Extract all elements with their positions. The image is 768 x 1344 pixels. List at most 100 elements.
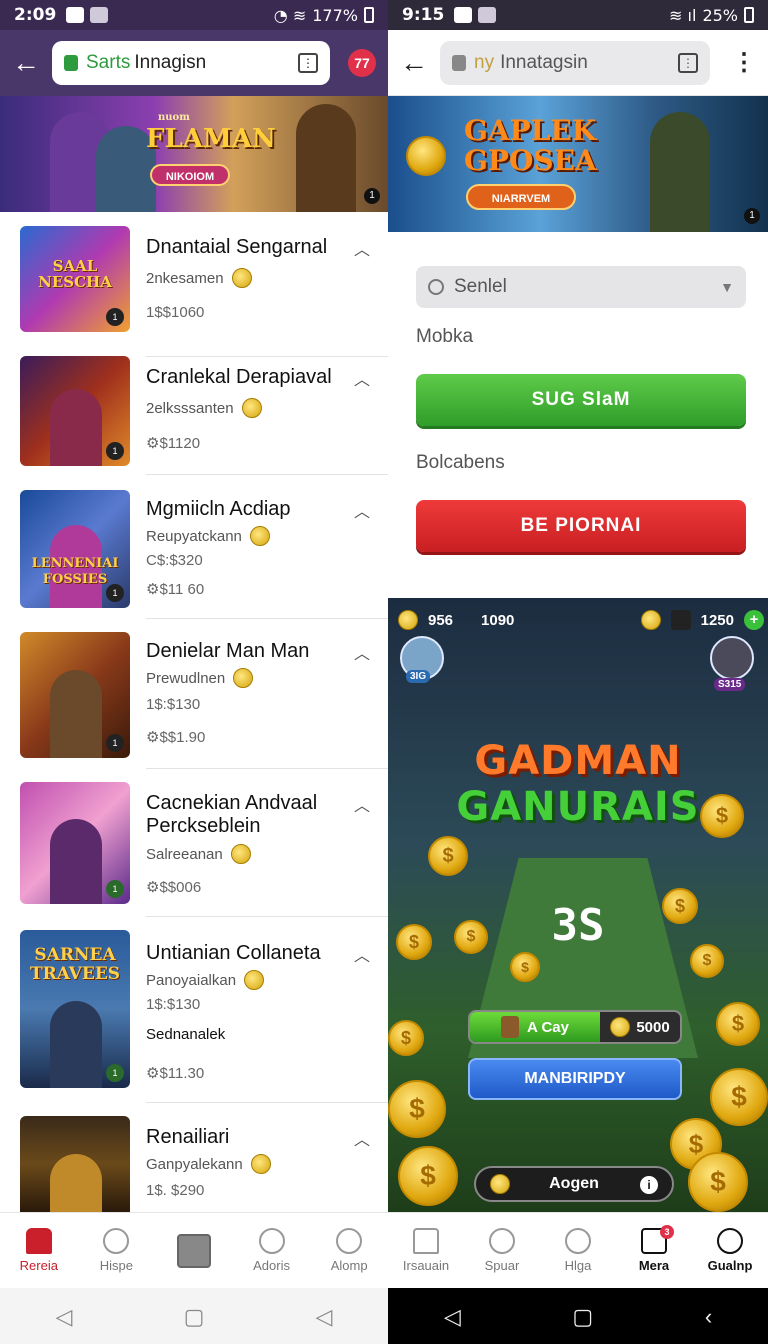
chevron-up-icon[interactable]: ︿ (354, 236, 370, 260)
game-screen[interactable]: 956 1090 1250 + 3IG S315 GADMAN GANURAIS… (388, 598, 768, 1212)
game-title-1: GADMAN (474, 738, 682, 784)
right-screen: 9:15 ≋ ıl 25% ← ny Innatagsin ⋮ ⋮ GAPLEK… (388, 0, 768, 1344)
tabs-icon[interactable]: ⋮ (678, 52, 698, 73)
thumbnail-badge: 1 (106, 1064, 124, 1082)
reward-pill-value-area: 5000 (600, 1012, 680, 1042)
hero-figure (650, 112, 710, 232)
nav-label: Adoris (253, 1258, 290, 1273)
coin-decoration: $ (710, 1068, 768, 1126)
chevron-up-icon[interactable]: ︿ (354, 640, 370, 664)
nav-tab-messages[interactable]: 3 Mera (616, 1213, 692, 1288)
wifi-icon: ◔ ≋ (273, 5, 307, 25)
left-screen: 2:09 ◔ ≋ 177% ← Sarts Innagisn ⋮ 77 nuom… (0, 0, 388, 1344)
blue-game-button[interactable]: MANBIRIPDY (468, 1058, 682, 1100)
nav-tab-home[interactable]: Irsauain (388, 1213, 464, 1288)
promo-banner[interactable]: GAPLEK GPOSEA NIARRVEM 1 (388, 96, 768, 232)
browser-toolbar: ← ny Innatagsin ⋮ ⋮ (388, 30, 768, 96)
compose-icon (176, 1233, 211, 1268)
nav-tab-info[interactable]: Adoris (233, 1213, 311, 1288)
green-action-button[interactable]: SUG SlaM (416, 374, 746, 426)
coin-decoration: $ (396, 924, 432, 960)
game-thumbnail: SAAL NESCHA 1 (20, 226, 130, 332)
nav-label: Alomp (330, 1258, 368, 1273)
coin-icon (233, 668, 254, 688)
nav-tab-profile[interactable]: Gualnp (692, 1213, 768, 1288)
nav-tab-home[interactable]: Rereia (0, 1213, 78, 1288)
wifi-icon: ≋ ıl (669, 5, 697, 25)
tabs-icon[interactable]: ⋮ (298, 53, 318, 73)
ball-icon (489, 1228, 515, 1254)
more-menu-icon[interactable]: ⋮ (732, 48, 756, 77)
thumbnail-badge: 1 (106, 584, 124, 602)
nav-tab-profile[interactable]: Alomp (310, 1213, 388, 1288)
search-select[interactable]: Senlel ▼ (416, 266, 746, 308)
home-square-icon[interactable]: ▢ (572, 1304, 593, 1330)
nav-label: Rereia (19, 1258, 58, 1273)
reward-pill-label-area: A Cay (470, 1012, 600, 1042)
thumbnail-figure (50, 669, 102, 758)
recents-icon[interactable]: ‹ (705, 1304, 712, 1330)
item-title: Mgmiicln Acdiap (146, 498, 291, 520)
game-score: 3S (551, 900, 605, 951)
nav-tab-sports[interactable]: Spuar (464, 1213, 540, 1288)
item-title: Dnantaial Sengarnal (146, 236, 328, 258)
dark-game-button[interactable]: Aogen i (474, 1166, 674, 1202)
item-subtitle-text: Ganpyalekann (146, 1155, 243, 1173)
nav-tab-center[interactable] (155, 1213, 233, 1288)
item-price: 1$:$130 (146, 996, 201, 1013)
chevron-up-icon[interactable]: ︿ (354, 942, 370, 966)
back-arrow-icon[interactable]: ← (400, 47, 440, 79)
banner-button[interactable]: NIARRVEM (466, 184, 576, 210)
item-subtitle: Ganpyalekann (146, 1154, 271, 1174)
chevron-up-icon[interactable]: ︿ (354, 498, 370, 522)
home-icon (25, 1228, 52, 1254)
red-action-button[interactable]: BE PIORNAI (416, 500, 746, 552)
add-icon[interactable]: + (744, 610, 764, 630)
nav-tab-search[interactable]: Hispe (78, 1213, 156, 1288)
coin-decoration: $ (510, 952, 540, 982)
banner-button[interactable]: NIKOIOM (150, 164, 230, 186)
back-triangle-icon[interactable]: ◁ (56, 1304, 73, 1330)
chevron-up-icon[interactable]: ︿ (354, 366, 370, 390)
item-subtitle: 2elksssanten (146, 398, 262, 418)
coin-decoration: $ (690, 944, 724, 978)
item-title: Untianian Collaneta (146, 942, 321, 964)
item-subtitle-text: Prewudlnen (146, 669, 226, 687)
app-icon (90, 7, 109, 23)
banner-page-indicator: 1 (744, 208, 760, 224)
game-thumbnail: LENNENIAI FOSSIES 1 (20, 490, 130, 608)
nav-label: Irsauain (402, 1258, 450, 1273)
thumbnail-badge: 1 (106, 880, 124, 898)
item-subtitle: Panoyaialkan (146, 970, 265, 990)
chevron-up-icon[interactable]: ︿ (354, 792, 370, 816)
url-field[interactable]: Sarts Innagisn ⋮ (52, 41, 330, 85)
system-nav: ◁ ▢ ◁ (0, 1288, 388, 1344)
notification-icon (454, 7, 473, 23)
item-price-secondary: ⚙$$1.90 (146, 729, 206, 746)
opponent-avatar[interactable] (710, 636, 754, 680)
coin-decoration: $ (700, 794, 744, 838)
opponent-label: S315 (714, 678, 746, 691)
url-prefix: ny (474, 51, 495, 73)
coin-decoration: $ (398, 1146, 458, 1206)
bottom-nav: Irsauain Spuar Hlga 3 Mera Gualnp (388, 1212, 768, 1288)
nav-tab-search[interactable]: Hlga (540, 1213, 616, 1288)
reward-pill[interactable]: A Cay 5000 (468, 1010, 682, 1044)
url-field[interactable]: ny Innatagsin ⋮ (440, 40, 710, 85)
field-label-2: Bolcabens (416, 452, 505, 473)
back-arrow-icon[interactable]: ← (12, 47, 52, 79)
recents-icon[interactable]: ◁ (315, 1304, 332, 1330)
chevron-up-icon[interactable]: ︿ (354, 1126, 370, 1150)
divider (146, 356, 388, 357)
notification-badge[interactable]: 77 (348, 49, 376, 77)
player-label: 3IG (406, 670, 431, 683)
search-icon (428, 279, 444, 295)
info-icon[interactable]: i (640, 1176, 658, 1194)
coin-decoration (406, 136, 446, 176)
thumbnail-figure (50, 1154, 102, 1212)
item-title: Cacnekian Andvaal Perckseblein (146, 792, 318, 837)
home-square-icon[interactable]: ▢ (184, 1304, 205, 1330)
back-triangle-icon[interactable]: ◁ (444, 1304, 461, 1330)
promo-banner[interactable]: nuom FLAMAN NIKOIOM 1 (0, 96, 388, 212)
coin-icon (230, 844, 251, 864)
